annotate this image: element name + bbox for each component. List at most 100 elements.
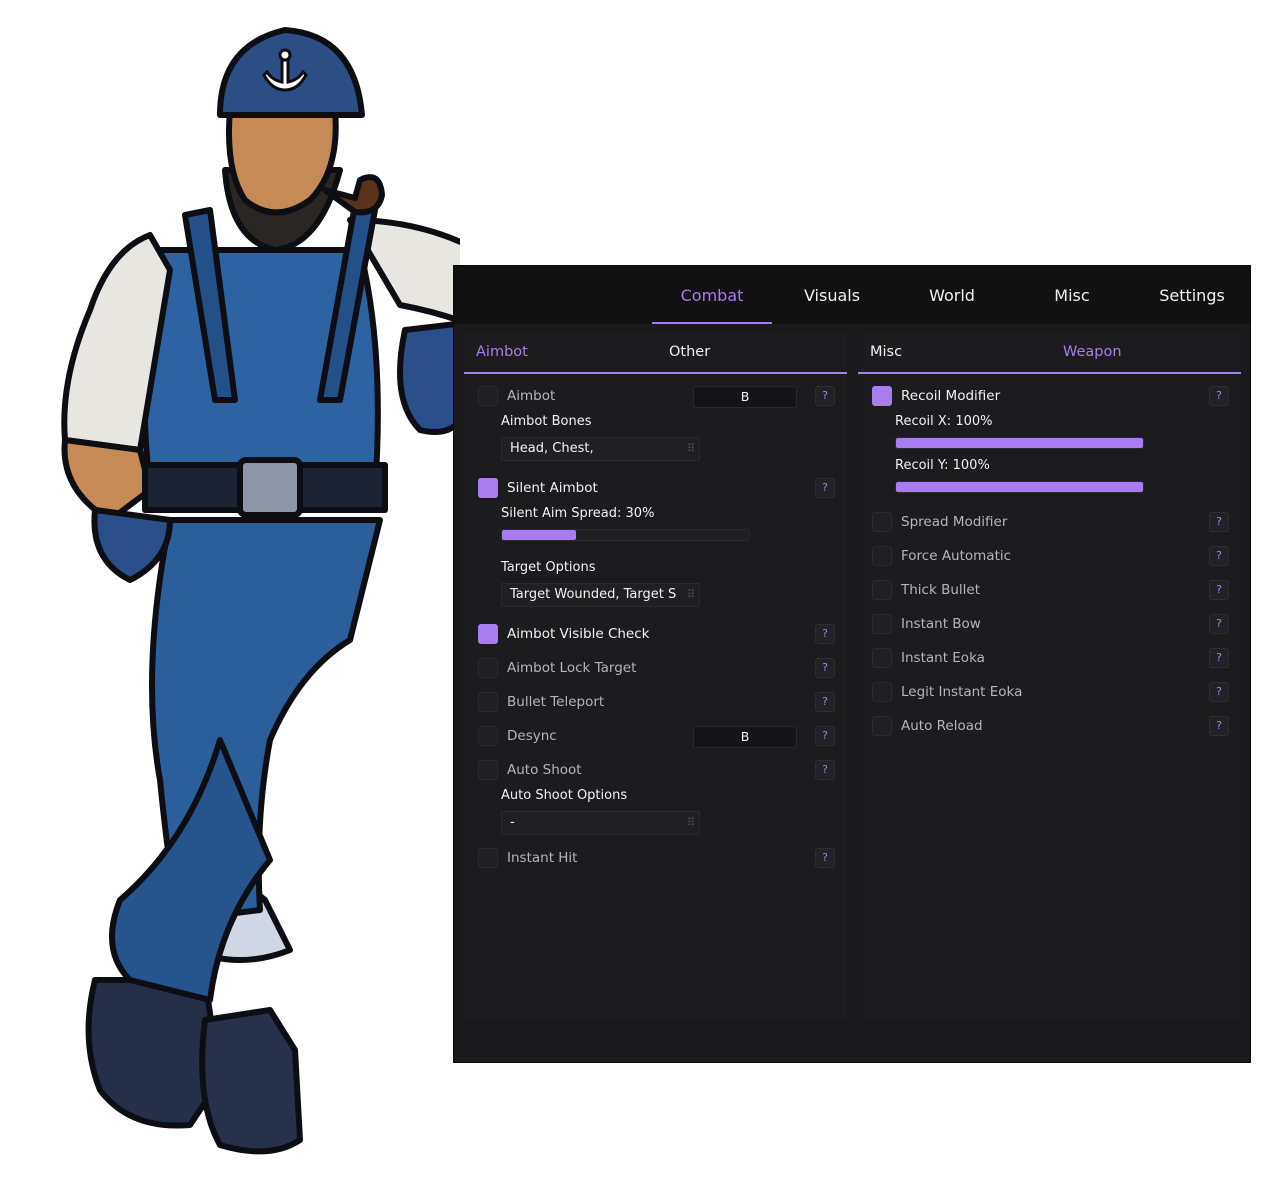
recoil-x-fill <box>896 438 1143 448</box>
aimbot-bones-label: Aimbot Bones <box>501 414 592 429</box>
silent-aimbot-checkbox[interactable] <box>478 478 498 498</box>
right-column: Misc Weapon Recoil Modifier ? Recoil X: … <box>858 332 1241 1018</box>
aimbot-lock-target-row: Aimbot Lock Target ? <box>478 658 835 680</box>
recoil-x-label: Recoil X: 100% <box>895 414 993 429</box>
grip-icon: ⠿ <box>686 816 695 829</box>
auto-shoot-checkbox[interactable] <box>478 760 498 780</box>
instant-eoka-help-button[interactable]: ? <box>1209 648 1229 668</box>
spread-modifier-label: Spread Modifier <box>901 514 1008 530</box>
recoil-y-label: Recoil Y: 100% <box>895 458 990 473</box>
tab-settings[interactable]: Settings <box>1132 266 1252 324</box>
thick-bullet-checkbox[interactable] <box>872 580 892 600</box>
instant-hit-checkbox[interactable] <box>478 848 498 868</box>
tab-world[interactable]: World <box>892 266 1012 324</box>
tab-visuals[interactable]: Visuals <box>772 266 892 324</box>
silent-aim-spread-fill <box>502 530 577 540</box>
force-automatic-label: Force Automatic <box>901 548 1012 564</box>
bullet-teleport-help-button[interactable]: ? <box>815 692 835 712</box>
subtab-aimbot[interactable]: Aimbot <box>476 332 528 372</box>
auto-reload-label: Auto Reload <box>901 718 983 734</box>
auto-reload-help-button[interactable]: ? <box>1209 716 1229 736</box>
silent-aim-spread-label: Silent Aim Spread: 30% <box>501 506 655 521</box>
force-automatic-help-button[interactable]: ? <box>1209 546 1229 566</box>
recoil-modifier-row: Recoil Modifier ? <box>872 386 1229 408</box>
force-automatic-row: Force Automatic ? <box>872 546 1229 568</box>
auto-shoot-help-button[interactable]: ? <box>815 760 835 780</box>
desync-label: Desync <box>507 728 557 744</box>
left-subtab-bar: Aimbot Other <box>464 332 847 374</box>
thick-bullet-label: Thick Bullet <box>901 582 981 598</box>
silent-aim-spread-slider[interactable] <box>501 529 750 541</box>
target-options-dropdown[interactable]: Target Wounded, Target Sc ⠿ <box>501 583 700 607</box>
left-column: Aimbot Other Aimbot B ? Aimbot Bones Hea… <box>464 332 847 1018</box>
aimbot-checkbox[interactable] <box>478 386 498 406</box>
recoil-x-slider[interactable] <box>895 437 1144 449</box>
instant-bow-row: Instant Bow ? <box>872 614 1229 636</box>
subtab-weapon[interactable]: Weapon <box>1063 332 1122 372</box>
instant-hit-label: Instant Hit <box>507 850 578 866</box>
grip-icon: ⠿ <box>686 442 695 455</box>
target-options-label: Target Options <box>501 560 596 575</box>
instant-hit-help-button[interactable]: ? <box>815 848 835 868</box>
desync-help-button[interactable]: ? <box>815 726 835 746</box>
desync-checkbox[interactable] <box>478 726 498 746</box>
aimbot-help-button[interactable]: ? <box>815 386 835 406</box>
silent-aimbot-help-button[interactable]: ? <box>815 478 835 498</box>
recoil-modifier-label: Recoil Modifier <box>901 388 1001 404</box>
instant-eoka-checkbox[interactable] <box>872 648 892 668</box>
aimbot-bones-dropdown[interactable]: Head, Chest, ⠿ <box>501 437 700 461</box>
desync-keybind[interactable]: B <box>693 726 797 748</box>
instant-bow-help-button[interactable]: ? <box>1209 614 1229 634</box>
subtab-misc[interactable]: Misc <box>870 332 902 372</box>
aimbot-visible-check-checkbox[interactable] <box>478 624 498 644</box>
thick-bullet-row: Thick Bullet ? <box>872 580 1229 602</box>
top-tab-bar: Combat Visuals World Misc Settings <box>454 266 1250 324</box>
instant-eoka-row: Instant Eoka ? <box>872 648 1229 670</box>
instant-bow-label: Instant Bow <box>901 616 981 632</box>
right-subtab-bar: Misc Weapon <box>858 332 1241 374</box>
silent-aimbot-row: Silent Aimbot ? <box>478 478 835 500</box>
bullet-teleport-row: Bullet Teleport ? <box>478 692 835 714</box>
mascot-illustration <box>61 27 460 1155</box>
auto-shoot-row: Auto Shoot ? <box>478 760 835 782</box>
desync-row: Desync B ? <box>478 726 835 748</box>
aimbot-lock-target-help-button[interactable]: ? <box>815 658 835 678</box>
auto-shoot-options-label: Auto Shoot Options <box>501 788 628 803</box>
aimbot-visible-check-label: Aimbot Visible Check <box>507 626 650 642</box>
tab-combat[interactable]: Combat <box>652 266 772 324</box>
aimbot-bones-value: Head, Chest, <box>510 441 594 456</box>
recoil-modifier-help-button[interactable]: ? <box>1209 386 1229 406</box>
legit-instant-eoka-label: Legit Instant Eoka <box>901 684 1023 700</box>
auto-shoot-options-value: - <box>510 815 515 830</box>
spread-modifier-checkbox[interactable] <box>872 512 892 532</box>
auto-reload-checkbox[interactable] <box>872 716 892 736</box>
bullet-teleport-checkbox[interactable] <box>478 692 498 712</box>
spread-modifier-row: Spread Modifier ? <box>872 512 1229 534</box>
legit-instant-eoka-checkbox[interactable] <box>872 682 892 702</box>
silent-aimbot-label: Silent Aimbot <box>507 480 598 496</box>
instant-bow-checkbox[interactable] <box>872 614 892 634</box>
aimbot-keybind[interactable]: B <box>693 386 797 408</box>
recoil-modifier-checkbox[interactable] <box>872 386 892 406</box>
aimbot-row: Aimbot B ? <box>478 386 835 408</box>
recoil-y-slider[interactable] <box>895 481 1144 493</box>
subtab-other[interactable]: Other <box>669 332 710 372</box>
spread-modifier-help-button[interactable]: ? <box>1209 512 1229 532</box>
recoil-y-fill <box>896 482 1143 492</box>
force-automatic-checkbox[interactable] <box>872 546 892 566</box>
aimbot-lock-target-checkbox[interactable] <box>478 658 498 678</box>
aimbot-lock-target-label: Aimbot Lock Target <box>507 660 637 676</box>
aimbot-label: Aimbot <box>507 388 556 404</box>
auto-shoot-options-dropdown[interactable]: - ⠿ <box>501 811 700 835</box>
cheat-menu-panel: Combat Visuals World Misc Settings Aimbo… <box>453 265 1251 1063</box>
tab-misc[interactable]: Misc <box>1012 266 1132 324</box>
bullet-teleport-label: Bullet Teleport <box>507 694 605 710</box>
instant-hit-row: Instant Hit ? <box>478 848 835 870</box>
aimbot-visible-check-help-button[interactable]: ? <box>815 624 835 644</box>
legit-instant-eoka-help-button[interactable]: ? <box>1209 682 1229 702</box>
legit-instant-eoka-row: Legit Instant Eoka ? <box>872 682 1229 704</box>
thick-bullet-help-button[interactable]: ? <box>1209 580 1229 600</box>
auto-reload-row: Auto Reload ? <box>872 716 1229 738</box>
target-options-value: Target Wounded, Target Sc <box>510 587 677 602</box>
instant-eoka-label: Instant Eoka <box>901 650 985 666</box>
